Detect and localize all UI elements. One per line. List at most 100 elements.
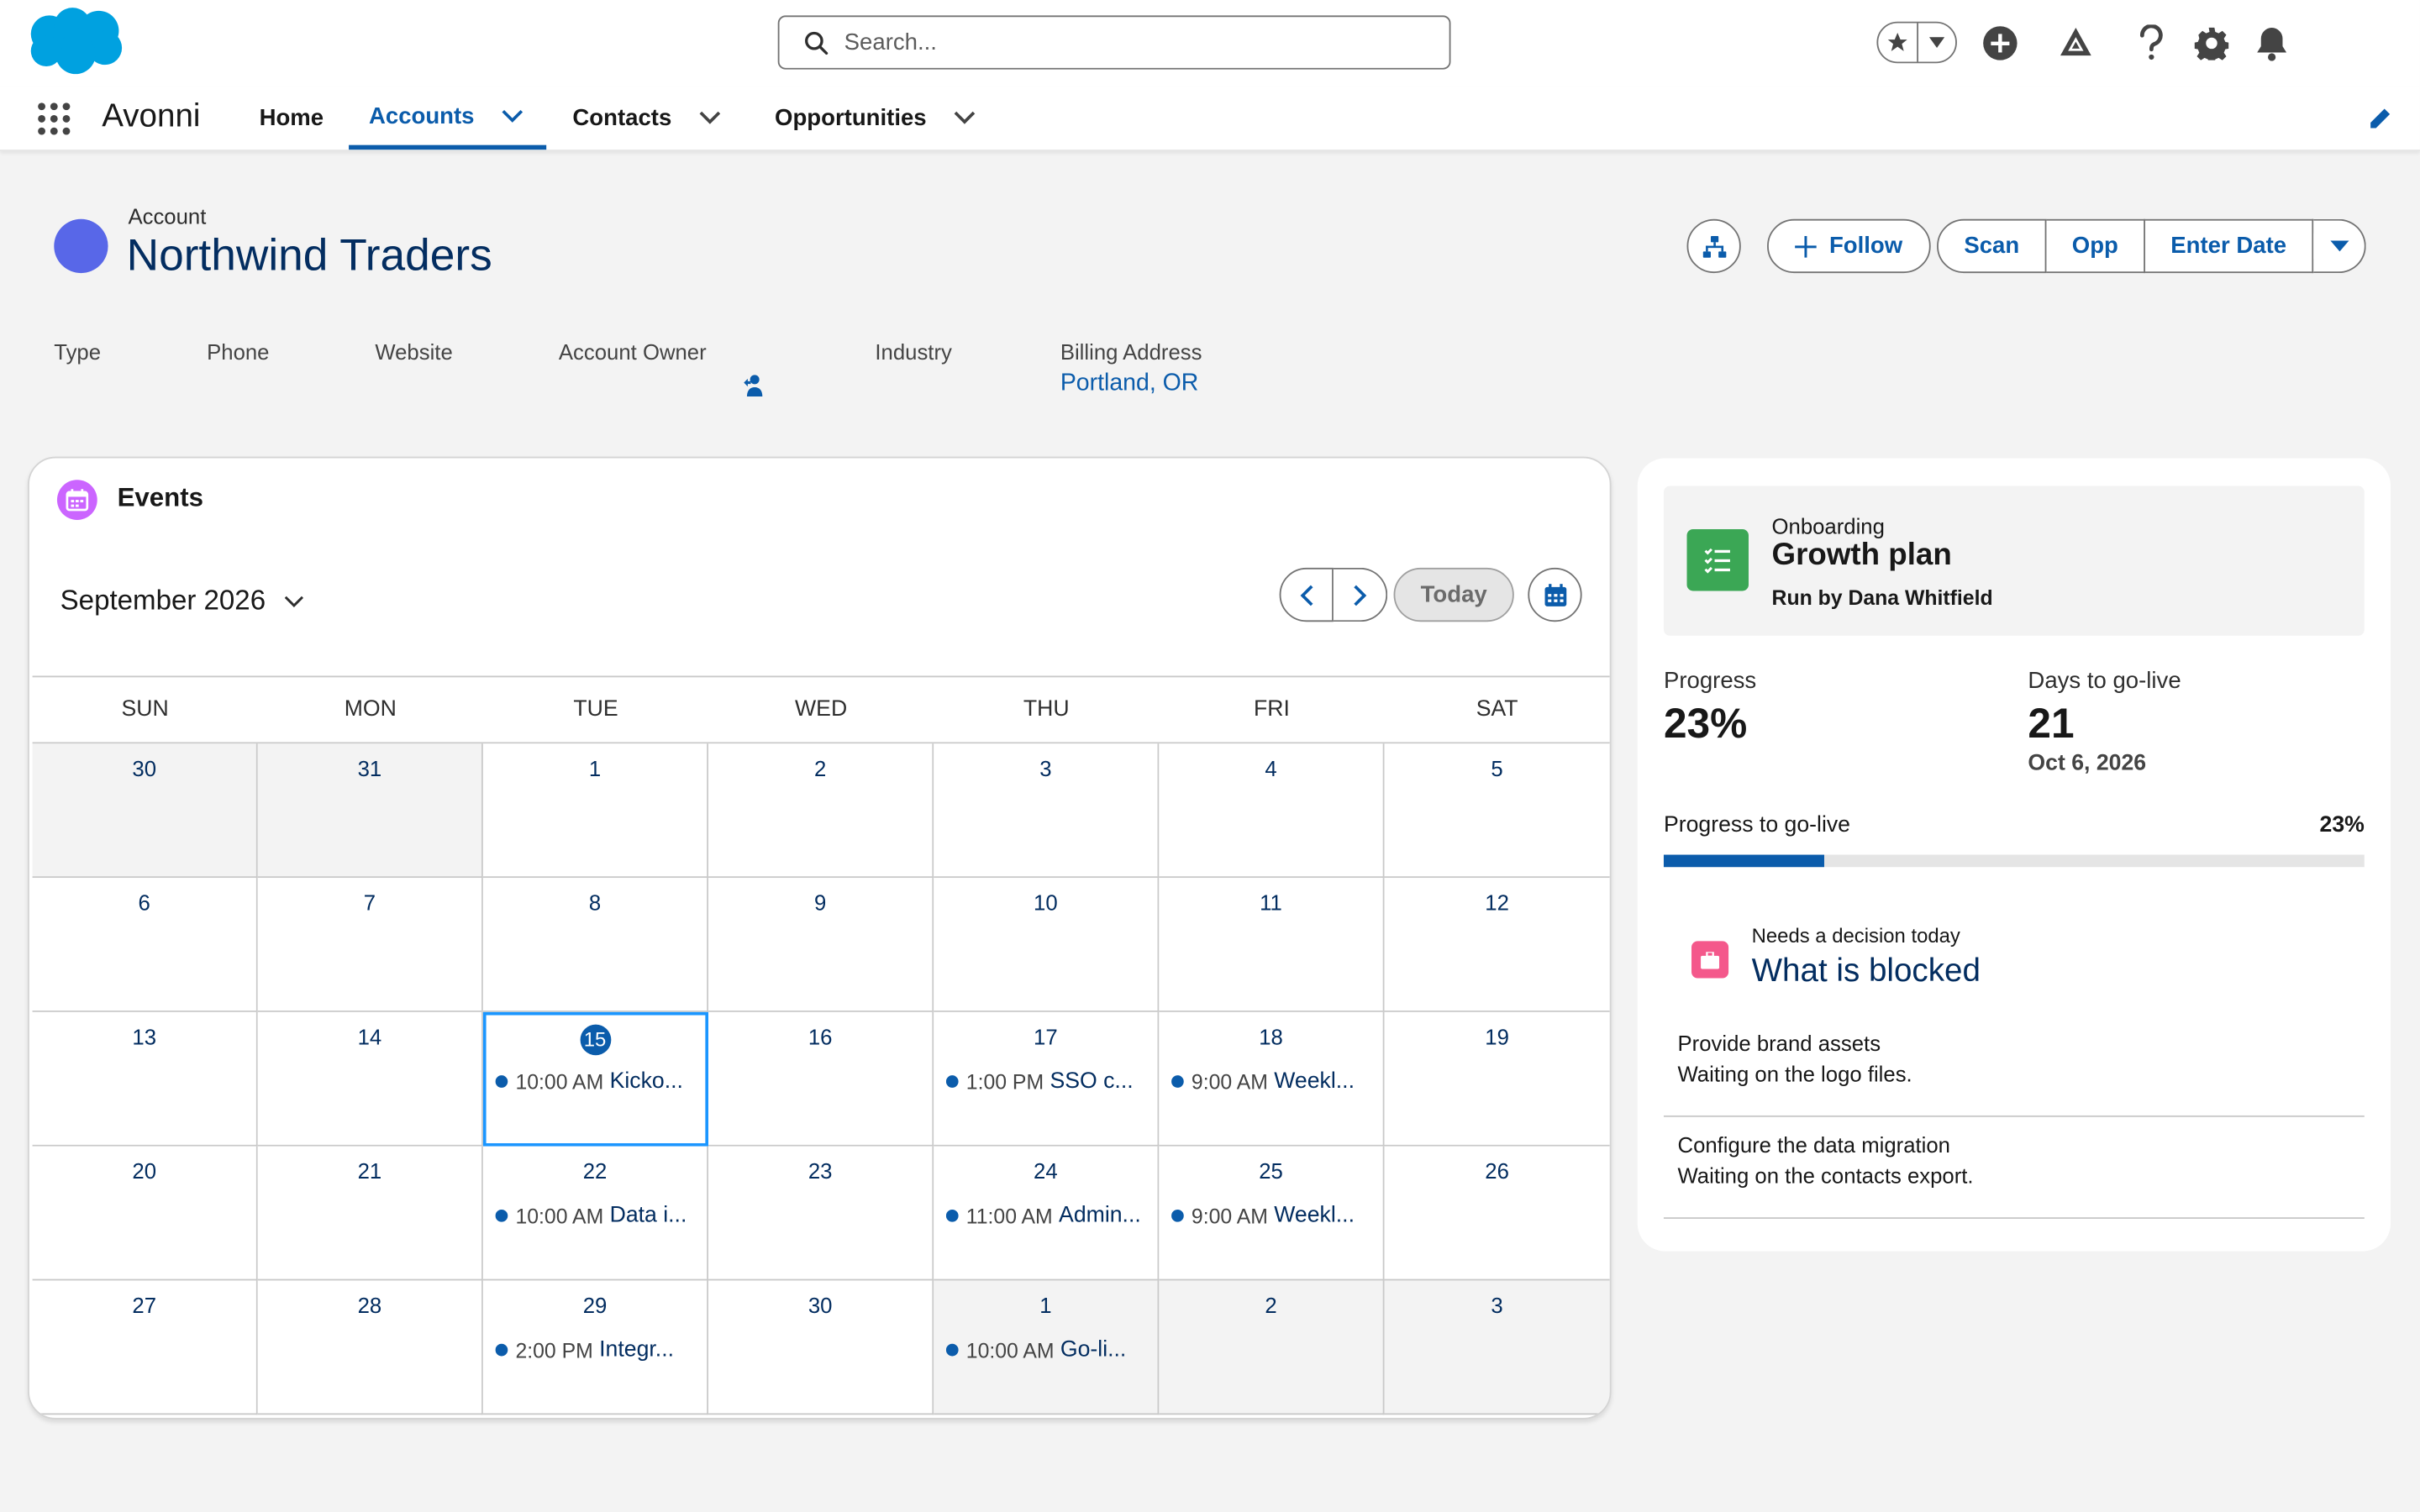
calendar-day-cell[interactable]: 1	[482, 743, 709, 879]
calendar-day-cell[interactable]: 25 9:00 AM Weekl...	[1159, 1146, 1385, 1281]
calendar-day-cell[interactable]: 2	[1159, 1280, 1385, 1415]
calendar-day-cell[interactable]: 23	[708, 1146, 934, 1281]
day-number: 26	[1385, 1158, 1610, 1183]
calendar-day-cell[interactable]: 2	[708, 743, 934, 879]
view-hierarchy-button[interactable]	[1686, 218, 1741, 274]
nav-tab-contacts[interactable]: Contacts	[572, 87, 721, 150]
billing-address-link[interactable]: Portland, OR	[1060, 370, 1199, 398]
event-time: 11:00 AM	[965, 1204, 1053, 1228]
calendar-day-cell[interactable]: 10	[934, 878, 1160, 1012]
calendar-day-cell[interactable]: 26	[1384, 1146, 1610, 1281]
nav-tab-opportunities[interactable]: Opportunities	[775, 87, 976, 150]
calendar-event[interactable]: 1:00 PM SSO c...	[945, 1069, 1149, 1094]
next-month-button[interactable]	[1333, 567, 1388, 622]
setup-gear-icon[interactable]	[2191, 24, 2232, 64]
calendar-day-cell[interactable]: 27	[32, 1280, 258, 1415]
help-icon[interactable]	[2131, 24, 2171, 64]
search-input[interactable]	[844, 29, 1431, 56]
weekday-label: THU	[1023, 697, 1070, 722]
calendar-day-cell[interactable]: 5	[1384, 743, 1610, 879]
day-number: 21	[258, 1158, 481, 1183]
date-picker-button[interactable]	[1528, 567, 1582, 622]
nav-tab-home[interactable]: Home	[260, 87, 324, 150]
notifications-bell-icon[interactable]	[2252, 24, 2292, 64]
calendar-day-cell[interactable]: 7	[257, 878, 483, 1012]
more-actions-button[interactable]	[2313, 218, 2366, 274]
calendar-day-cell[interactable]: 3	[1384, 1280, 1610, 1415]
calendar-day-cell[interactable]: 1 10:00 AM Go-li...	[934, 1280, 1160, 1415]
blocked-item[interactable]: Configure the data migration Waiting on …	[1663, 1117, 2365, 1219]
day-number-text: 28	[357, 1293, 382, 1318]
today-button[interactable]: Today	[1393, 567, 1514, 622]
calendar-event[interactable]: 9:00 AM Weekl...	[1171, 1204, 1374, 1228]
calendar-day-cell[interactable]: 18 9:00 AM Weekl...	[1159, 1011, 1385, 1147]
calendar-day-cell[interactable]: 20	[32, 1146, 258, 1281]
calendar-event[interactable]: 9:00 AM Weekl...	[1171, 1069, 1374, 1094]
calendar-day-cell[interactable]: 30	[32, 743, 258, 879]
calendar-event-icon	[56, 480, 97, 520]
event-time: 9:00 AM	[1191, 1204, 1268, 1228]
hierarchy-icon	[1702, 235, 1726, 257]
previous-month-button[interactable]	[1279, 567, 1334, 622]
opp-button[interactable]: Opp	[2046, 218, 2146, 274]
calendar-day-cell[interactable]: 28	[257, 1280, 483, 1415]
calendar-day-cell[interactable]: 8	[482, 878, 709, 1012]
calendar-event[interactable]: 10:00 AM Data i...	[495, 1204, 698, 1228]
favorites-caret-icon[interactable]	[1918, 36, 1955, 49]
global-search[interactable]	[777, 15, 1451, 70]
day-number: 16	[708, 1025, 932, 1049]
salesforce-cloud-logo[interactable]	[24, 6, 126, 76]
day-number-text: 13	[132, 1024, 157, 1049]
day-number: 20	[33, 1158, 256, 1183]
chevron-down-icon[interactable]	[699, 111, 721, 125]
day-number: 9	[708, 890, 932, 915]
calendar-day-cell[interactable]: 16	[708, 1011, 934, 1147]
calendar-day-cell[interactable]: 15 10:00 AM Kicko...	[482, 1011, 709, 1147]
day-number-text: 12	[1485, 890, 1509, 916]
calendar-event[interactable]: 10:00 AM Kicko...	[495, 1069, 698, 1094]
edit-pencil-icon[interactable]	[2367, 107, 2391, 131]
calendar-day-cell[interactable]: 30	[708, 1280, 934, 1415]
global-create-icon[interactable]	[1980, 24, 2020, 64]
follow-button[interactable]: Follow	[1767, 218, 1931, 274]
calendar-day-cell[interactable]: 21	[257, 1146, 483, 1281]
month-picker[interactable]: September 2026	[60, 585, 304, 617]
calendar-day-cell[interactable]: 31	[257, 743, 483, 879]
calendar-day-cell[interactable]: 3	[934, 743, 1160, 879]
calendar-day-cell[interactable]: 29 2:00 PM Integr...	[482, 1280, 709, 1415]
calendar-event[interactable]: 2:00 PM Integr...	[495, 1337, 698, 1362]
star-icon[interactable]	[1878, 23, 1919, 62]
app-launcher-icon[interactable]	[37, 102, 71, 135]
day-number: 4	[1159, 756, 1382, 780]
calendar-day-cell[interactable]: 19	[1384, 1011, 1610, 1147]
trailhead-icon[interactable]	[2055, 24, 2096, 64]
field-industry-label: Industry	[875, 339, 952, 365]
event-title: Weekl...	[1274, 1068, 1355, 1095]
scan-button[interactable]: Scan	[1937, 218, 2047, 274]
calendar-day-cell[interactable]: 22 10:00 AM Data i...	[482, 1146, 709, 1281]
calendar-day-cell[interactable]: 17 1:00 PM SSO c...	[934, 1011, 1160, 1147]
day-number-text: 1	[588, 755, 602, 781]
day-number-text: 2	[814, 755, 827, 781]
calendar-day-cell[interactable]: 12	[1384, 878, 1610, 1012]
nav-tab-accounts[interactable]: Accounts	[349, 87, 547, 150]
enter-date-button[interactable]: Enter Date	[2145, 218, 2314, 274]
calendar-event[interactable]: 11:00 AM Admin...	[945, 1204, 1149, 1228]
calendar-event[interactable]: 10:00 AM Go-li...	[945, 1337, 1149, 1362]
chevron-down-icon[interactable]	[502, 108, 524, 123]
calendar-day-cell[interactable]: 6	[32, 878, 258, 1012]
calendar-day-cell[interactable]: 11	[1159, 878, 1385, 1012]
calendar-day-cell[interactable]: 14	[257, 1011, 483, 1147]
day-number-text: 1	[1039, 1293, 1052, 1318]
day-number-text: 7	[363, 890, 376, 916]
calendar-day-cell[interactable]: 24 11:00 AM Admin...	[934, 1146, 1160, 1281]
change-owner-icon[interactable]	[742, 373, 764, 397]
events-card: Events September 2026 Today SUN MON TUE …	[28, 456, 1612, 1420]
event-time: 2:00 PM	[515, 1338, 593, 1362]
calendar-day-cell[interactable]: 13	[32, 1011, 258, 1147]
blocked-item[interactable]: Provide brand assets Waiting on the logo…	[1663, 1016, 2365, 1117]
briefcase-icon	[1691, 941, 1729, 979]
chevron-down-icon[interactable]	[955, 111, 976, 125]
calendar-day-cell[interactable]: 9	[708, 878, 934, 1012]
calendar-day-cell[interactable]: 4	[1159, 743, 1385, 879]
